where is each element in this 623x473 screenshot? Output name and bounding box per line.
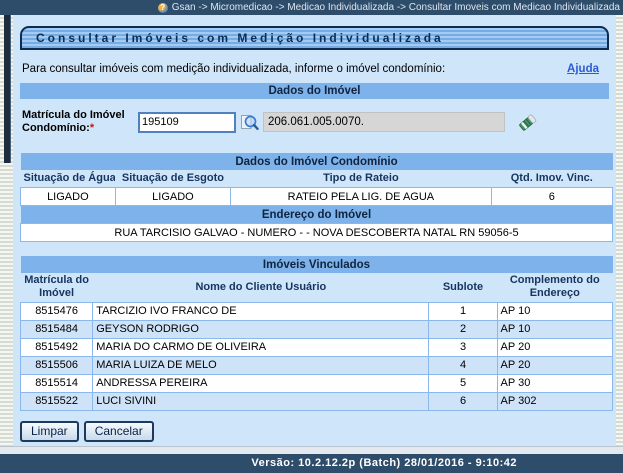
table-row: 8515476 TARCIZIO IVO FRANCO DE 1 AP 10 [21,302,613,320]
condominio-table-title: Dados do Imóvel Condomínio [21,153,613,170]
sublote-cell: 4 [429,356,497,374]
col-tipo-rateio: Tipo de Rateio [231,170,491,188]
sublote-cell: 3 [429,338,497,356]
complemento-cell: AP 10 [497,302,612,320]
version-bar: Versão: 10.2.12.2p (Batch) 28/01/2016 - … [0,454,623,473]
matricula-cell: 8515506 [21,356,93,374]
matricula-cell: 8515514 [21,374,93,392]
matricula-cell: 8515484 [21,320,93,338]
complemento-cell: AP 30 [497,374,612,392]
condominio-table: Dados do Imóvel Condomínio Situação de Á… [20,153,613,242]
col-situacao-esgoto: Situação de Esgoto [115,170,230,188]
matricula-cell: 8515476 [21,302,93,320]
right-frame-rail [616,15,623,447]
help-icon[interactable]: ? [158,3,168,13]
required-marker: * [90,122,94,134]
sublote-cell: 2 [429,320,497,338]
eraser-icon [517,121,538,136]
matricula-cell: 8515492 [21,338,93,356]
endereco-value: RUA TARCISIO GALVAO - NUMERO - - NOVA DE… [21,224,613,242]
col-situacao-agua: Situação de Água [21,170,116,188]
tipo-rateio-value: RATEIO PELA LIG. DE AGUA [231,188,491,206]
frame-gap-strip [0,446,623,454]
situacao-agua-value: LIGADO [21,188,116,206]
col-complemento: Complemento do Endereço [497,273,612,302]
col-matricula-imovel: Matrícula do Imóvel [21,273,93,302]
complemento-cell: AP 20 [497,356,612,374]
matricula-cell: 8515522 [21,392,93,410]
nome-cell: GEYSON RODRIGO [93,320,429,338]
situacao-esgoto-value: LIGADO [115,188,230,206]
ajuda-link[interactable]: Ajuda [567,63,599,75]
search-icon [240,120,259,135]
endereco-header: Endereço do Imóvel [21,206,613,224]
matricula-input[interactable] [138,112,236,133]
sublote-cell: 5 [429,374,497,392]
breadcrumb-bar: ? Gsan -> Micromedicao -> Medicao Indivi… [0,0,623,15]
breadcrumb: Gsan -> Micromedicao -> Medicao Individu… [172,2,620,13]
clear-field-button[interactable] [517,112,538,133]
limpar-button[interactable]: Limpar [20,421,79,442]
vinculados-table-title: Imóveis Vinculados [21,256,613,273]
nome-cell: MARIA LUIZA DE MELO [93,356,429,374]
nome-cell: MARIA DO CARMO DE OLIVEIRA [93,338,429,356]
complemento-cell: AP 10 [497,320,612,338]
left-frame-splitter [4,15,11,163]
dados-imovel-header: Dados do Imóvel [20,83,609,99]
complemento-cell: AP 20 [497,338,612,356]
table-row: 8515492 MARIA DO CARMO DE OLIVEIRA 3 AP … [21,338,613,356]
table-row: 8515514 ANDRESSA PEREIRA 5 AP 30 [21,374,613,392]
nome-cell: TARCIZIO IVO FRANCO DE [93,302,429,320]
col-qtd-imov-vinc: Qtd. Imov. Vinc. [491,170,612,188]
col-nome-cliente: Nome do Cliente Usuário [93,273,429,302]
nome-cell: LUCI SIVINI [93,392,429,410]
table-row: 8515522 LUCI SIVINI 6 AP 302 [21,392,613,410]
table-row: 8515506 MARIA LUIZA DE MELO 4 AP 20 [21,356,613,374]
col-sublote: Sublote [429,273,497,302]
inscricao-display: 206.061.005.0070. [263,112,505,132]
nome-cell: ANDRESSA PEREIRA [93,374,429,392]
main-content: Consultar Imóveis com Medição Individual… [13,15,616,448]
qtd-imov-vinc-value: 6 [491,188,612,206]
sublote-cell: 1 [429,302,497,320]
table-row: 8515484 GEYSON RODRIGO 2 AP 10 [21,320,613,338]
search-imovel-button[interactable] [240,113,259,132]
matricula-label: Matrícula do Imóvel Condomínio:* [22,109,138,135]
vinculados-table: Imóveis Vinculados Matrícula do Imóvel N… [20,256,613,411]
instruction-text: Para consultar imóveis com medição indiv… [22,63,445,75]
sublote-cell: 6 [429,392,497,410]
matricula-field-row: Matrícula do Imóvel Condomínio:* 206.061… [22,103,609,141]
page-title: Consultar Imóveis com Medição Individual… [20,26,609,50]
complemento-cell: AP 302 [497,392,612,410]
cancelar-button[interactable]: Cancelar [84,421,154,442]
